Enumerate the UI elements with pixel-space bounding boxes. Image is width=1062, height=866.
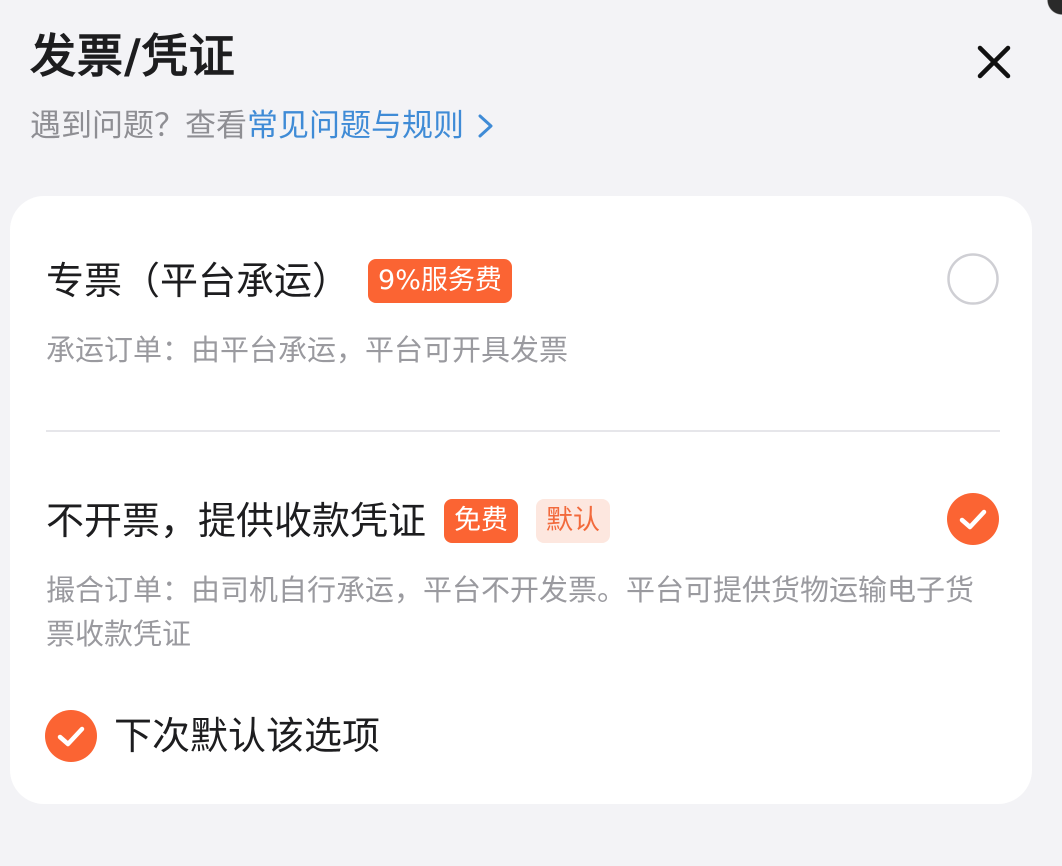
service-fee-badge: 9%服务费 xyxy=(368,259,512,303)
invoice-options-card: 专票（平台承运） 9%服务费 承运订单：由平台承运，平台可开具发票 不开票，提供… xyxy=(10,196,1032,804)
option-title-row: 不开票，提供收款凭证 免费 默认 xyxy=(46,476,611,566)
close-icon xyxy=(977,45,1011,79)
remember-default-label: 下次默认该选项 xyxy=(114,714,381,758)
radio-no-invoice[interactable] xyxy=(946,492,1000,546)
page-title: 发票/凭证 xyxy=(30,29,236,83)
option-special-invoice[interactable]: 专票（平台承运） 9%服务费 承运订单：由平台承运，平台可开具发票 xyxy=(10,236,1032,396)
option-no-invoice[interactable]: 不开票，提供收款凭证 免费 默认 撮合订单：由司机自行承运，平台不开发票。平台可… xyxy=(10,476,1032,656)
option-title: 不开票，提供收款凭证 xyxy=(46,499,427,543)
option-title: 专票（平台承运） xyxy=(46,259,351,303)
chevron-right-icon xyxy=(478,114,493,138)
checkbox-checked-icon xyxy=(45,710,97,762)
close-button[interactable] xyxy=(966,34,1022,90)
corner-shade xyxy=(1022,0,1062,30)
default-badge: 默认 xyxy=(536,499,611,543)
radio-unchecked-icon xyxy=(947,253,999,305)
remember-default-checkbox[interactable]: 下次默认该选项 xyxy=(44,708,380,764)
faq-link-label: 常见问题与规则 xyxy=(247,108,464,144)
option-description: 撮合订单：由司机自行承运，平台不开发票。平台可提供货物运输电子货票收款凭证 xyxy=(46,573,975,651)
option-description: 承运订单：由平台承运，平台可开具发票 xyxy=(46,333,569,367)
help-line: 遇到问题？查看 常见问题与规则 xyxy=(30,104,498,148)
help-prefix: 遇到问题？查看 xyxy=(30,108,247,144)
divider xyxy=(46,430,1000,432)
radio-special-invoice[interactable] xyxy=(946,252,1000,306)
option-title-row: 专票（平台承运） 9%服务费 xyxy=(46,236,512,326)
radio-checked-icon xyxy=(947,493,999,545)
free-badge: 免费 xyxy=(444,499,519,543)
invoice-sheet: 发票/凭证 遇到问题？查看 常见问题与规则 专票（平台承运） 9%服务费 承运订… xyxy=(0,0,1062,866)
faq-link[interactable]: 常见问题与规则 xyxy=(247,104,498,148)
